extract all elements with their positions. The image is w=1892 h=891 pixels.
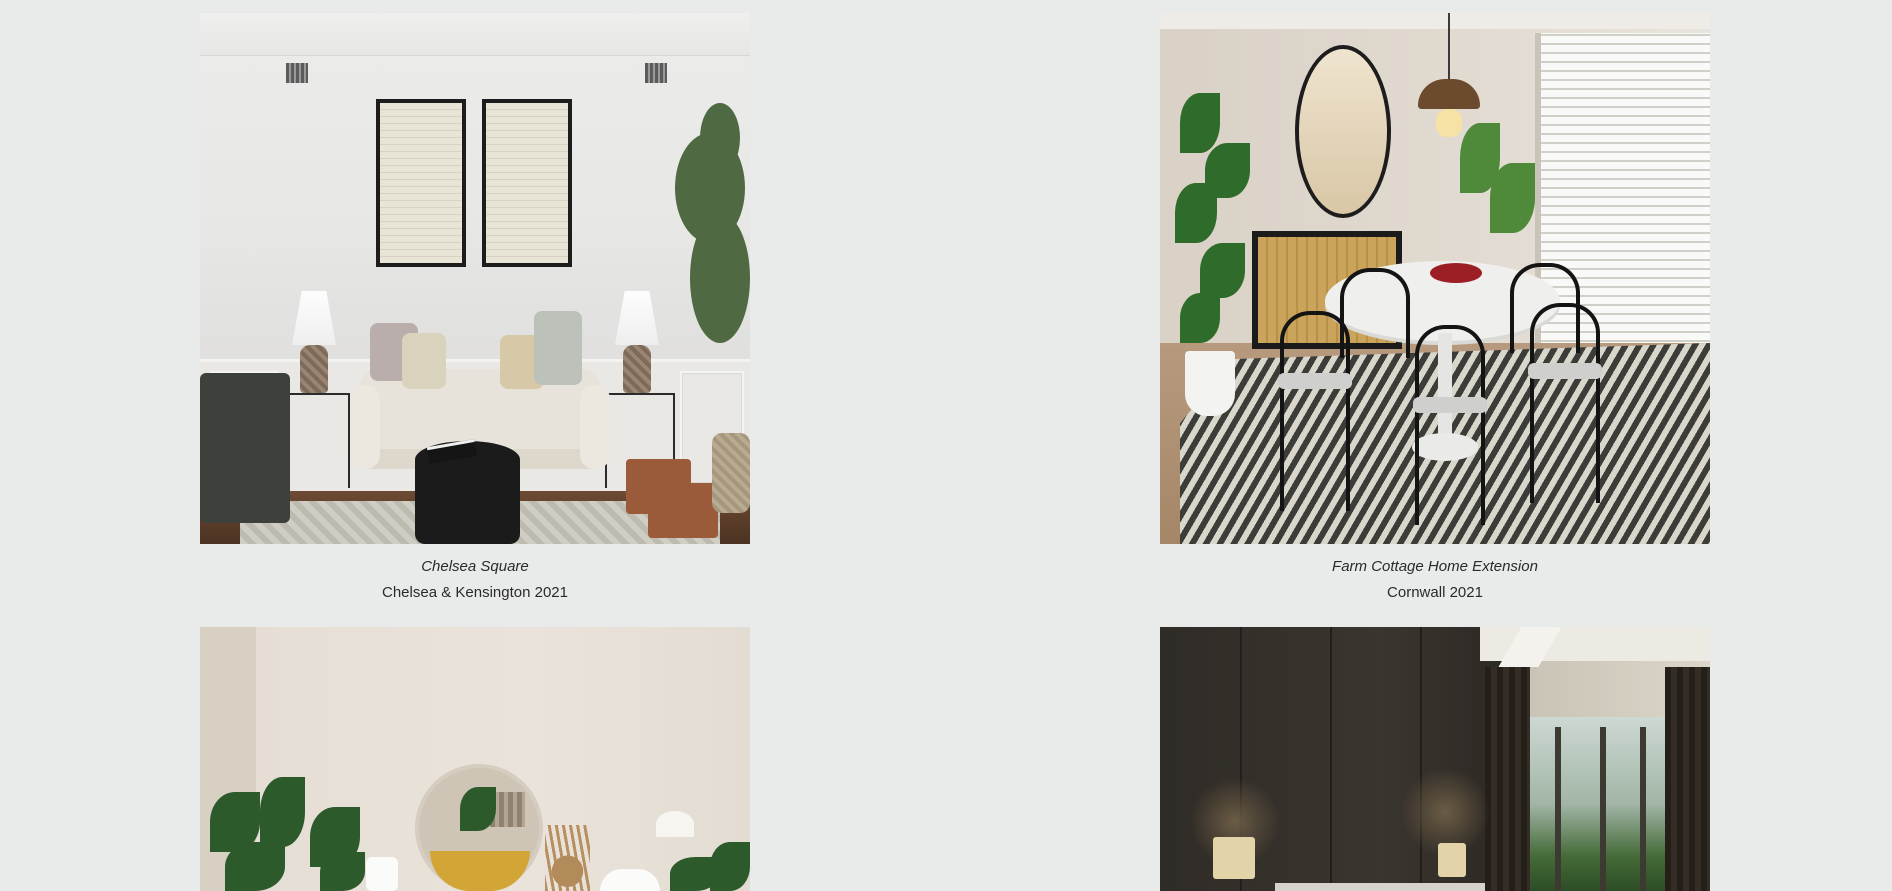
bed xyxy=(1275,883,1485,891)
lamp-shade xyxy=(615,291,659,345)
project-caption: Chelsea Square Chelsea & Kensington 2021 xyxy=(200,557,750,603)
ceiling-vent-icon xyxy=(286,63,308,83)
fruit-bowl xyxy=(1430,263,1482,283)
plant-leaf xyxy=(1180,93,1220,153)
project-card-living-room[interactable] xyxy=(200,627,750,891)
project-caption: Farm Cottage Home Extension Cornwall 202… xyxy=(1160,557,1710,603)
project-card-chelsea-square[interactable]: Chelsea Square Chelsea & Kensington 2021 xyxy=(200,13,750,603)
lamp-base xyxy=(300,345,328,393)
chair-seat xyxy=(1413,397,1487,413)
pendant-cord xyxy=(1448,13,1450,79)
project-image-bedroom[interactable] xyxy=(1160,627,1710,891)
floor-lamp-globe xyxy=(656,811,694,837)
tree-trunk xyxy=(1640,727,1646,891)
pillow xyxy=(534,311,582,385)
table-lamp xyxy=(366,857,398,891)
dining-chair xyxy=(1340,268,1410,358)
plant-leaf xyxy=(260,777,305,847)
plant-pot xyxy=(712,433,750,513)
plant-leaf xyxy=(710,842,750,891)
project-subtitle: Cornwall 2021 xyxy=(1387,584,1483,601)
wall-art-frame xyxy=(482,99,572,267)
curtain xyxy=(1665,667,1710,891)
sofa-arm xyxy=(580,385,610,469)
lamp-base xyxy=(623,345,651,393)
pillow xyxy=(402,333,446,389)
pampas-grass xyxy=(545,825,590,891)
plant xyxy=(690,213,750,343)
project-title[interactable]: Farm Cottage Home Extension xyxy=(1160,557,1710,577)
planter xyxy=(1185,351,1235,416)
bedside-lamp xyxy=(1213,837,1255,879)
plant-leaf xyxy=(225,842,285,891)
plant-leaf xyxy=(320,852,365,891)
bedside-lamp xyxy=(1438,843,1466,877)
lamp-shade xyxy=(600,869,660,891)
project-subtitle: Chelsea & Kensington 2021 xyxy=(382,584,568,601)
chair-seat xyxy=(1528,363,1602,379)
armchair xyxy=(200,373,290,523)
dining-chair xyxy=(1510,263,1580,353)
project-card-farm-cottage[interactable]: Farm Cottage Home Extension Cornwall 202… xyxy=(1160,13,1710,603)
project-image-farm-cottage[interactable] xyxy=(1160,13,1710,544)
wall-panel-line xyxy=(1330,627,1332,891)
plant xyxy=(700,103,740,173)
ceiling-vent-icon xyxy=(645,63,667,83)
ceiling xyxy=(200,13,750,56)
project-card-bedroom[interactable] xyxy=(1160,627,1710,891)
plant-leaf xyxy=(1180,293,1220,343)
plant-leaf xyxy=(1175,183,1217,243)
tree-trunk xyxy=(1600,727,1606,891)
plant-leaf xyxy=(460,787,496,831)
plant-leaf xyxy=(1490,163,1535,233)
plant-leaf xyxy=(1200,243,1245,298)
tree-trunk xyxy=(1555,727,1561,891)
dining-chair xyxy=(1415,325,1485,525)
ottoman xyxy=(648,483,718,538)
gold-bowl xyxy=(430,851,530,891)
lamp-bulb xyxy=(1436,109,1462,137)
pendant-lamp xyxy=(1418,79,1480,109)
lamp-shade xyxy=(292,291,336,345)
sofa-arm xyxy=(350,385,380,469)
chair-seat xyxy=(1278,373,1352,389)
project-title[interactable]: Chelsea Square xyxy=(200,557,750,577)
curtain xyxy=(1485,667,1530,891)
wall-panel-line xyxy=(1420,627,1422,891)
project-image-living-room[interactable] xyxy=(200,627,750,891)
round-mirror xyxy=(1295,45,1391,218)
portfolio-gallery: Chelsea Square Chelsea & Kensington 2021 xyxy=(0,0,1892,891)
project-image-chelsea-square[interactable] xyxy=(200,13,750,544)
wall-art-frame xyxy=(376,99,466,267)
ceiling xyxy=(1160,13,1710,29)
side-table xyxy=(280,393,350,488)
